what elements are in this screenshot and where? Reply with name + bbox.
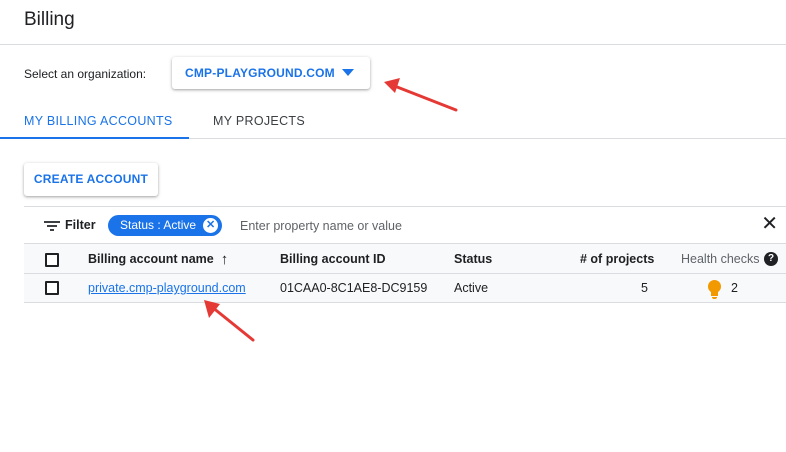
org-select-value: CMP-PLAYGROUND.COM: [185, 66, 335, 80]
row-checkbox[interactable]: [45, 281, 59, 295]
org-select-dropdown[interactable]: CMP-PLAYGROUND.COM: [172, 57, 370, 89]
table-row: private.cmp-playground.com 01CAA0-8C1AE8…: [24, 274, 786, 303]
billing-account-link[interactable]: private.cmp-playground.com: [88, 274, 246, 303]
column-header-name[interactable]: Billing account name ↑: [88, 244, 228, 275]
page-header: Billing: [0, 0, 786, 45]
tab-my-projects[interactable]: MY PROJECTS: [213, 100, 305, 139]
page-title: Billing: [24, 9, 75, 30]
annotation-arrow-account: [204, 300, 255, 342]
help-icon[interactable]: ?: [764, 252, 778, 266]
column-header-status[interactable]: Status: [454, 244, 492, 274]
column-header-health-checks: Health checks: [681, 252, 760, 266]
select-all-checkbox[interactable]: [45, 253, 59, 267]
org-select-label: Select an organization:: [24, 67, 147, 81]
column-header-projects[interactable]: # of projects: [580, 244, 654, 274]
project-count: 5: [641, 281, 648, 295]
health-check-count[interactable]: 2: [731, 274, 738, 303]
lightbulb-icon: [708, 280, 721, 299]
create-account-button[interactable]: CREATE ACCOUNT: [24, 163, 158, 196]
dropdown-caret-icon: [342, 69, 354, 76]
sort-ascending-icon[interactable]: ↑: [221, 245, 229, 275]
status-filter-chip-label: Status : Active: [120, 218, 197, 232]
clear-filter-icon[interactable]: ✕: [761, 214, 778, 234]
filter-label[interactable]: Filter: [65, 218, 96, 232]
filter-bar: Filter Status : Active ✕ ✕: [24, 206, 786, 244]
status-filter-chip[interactable]: Status : Active ✕: [108, 215, 223, 236]
account-status: Active: [454, 281, 489, 295]
table-header: Billing account name ↑ Billing account ID…: [24, 244, 786, 274]
filter-input[interactable]: [240, 216, 740, 236]
tab-my-billing-accounts[interactable]: MY BILLING ACCOUNTS: [0, 100, 189, 139]
tab-bar: MY BILLING ACCOUNTS MY PROJECTS: [0, 100, 786, 139]
column-header-id[interactable]: Billing account ID: [280, 244, 386, 274]
filter-icon[interactable]: [44, 221, 60, 232]
billing-account-id: 01CAA0-8C1AE8-DC9159: [280, 281, 428, 295]
chip-close-icon[interactable]: ✕: [203, 218, 219, 233]
